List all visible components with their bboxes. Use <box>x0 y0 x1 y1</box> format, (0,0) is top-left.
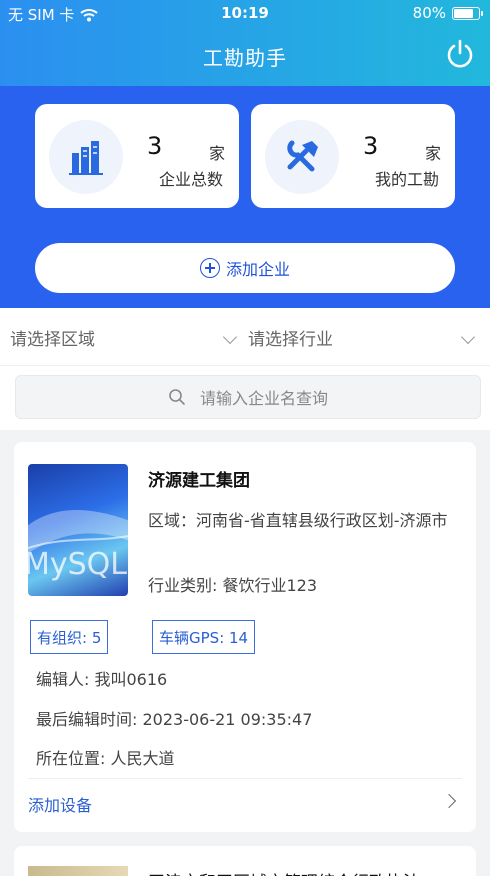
org-count-tag[interactable]: 有组织: 5 <box>30 620 109 654</box>
filter-bar: 请选择区域 请选择行业 <box>0 308 490 366</box>
industry-select[interactable]: 请选择行业 <box>248 308 476 366</box>
battery-icon <box>452 6 483 20</box>
industry-select-label: 请选择行业 <box>248 329 333 350</box>
chevron-down-icon <box>460 329 476 345</box>
add-company-label: 添加企业 <box>225 260 290 279</box>
app-header: 无 SIM 卡 10:19 80% 工勘助手 <box>0 0 490 86</box>
stat-label: 企业总数 <box>158 170 223 189</box>
power-icon[interactable] <box>444 38 476 70</box>
region-select[interactable]: 请选择区域 <box>10 308 238 366</box>
battery-percent: 80% <box>412 4 446 22</box>
company-thumbnail <box>28 866 128 876</box>
search-section: 请输入企业名查询 <box>0 366 490 430</box>
stat-unit: 家 <box>208 144 225 163</box>
region-select-label: 请选择区域 <box>10 329 95 350</box>
company-name: 天津市和平区城市管理综合行政执法 <box>148 868 420 876</box>
company-region: 区域：河南省-省直辖县级行政区划-济源市 <box>148 511 448 530</box>
thumbnail-text: MySQL <box>28 547 128 582</box>
chevron-down-icon <box>222 329 238 345</box>
company-industry: 行业类别: 餐饮行业123 <box>148 576 318 595</box>
status-bar: 无 SIM 卡 10:19 80% <box>0 0 490 30</box>
search-input[interactable]: 请输入企业名查询 <box>15 375 481 419</box>
add-company-button[interactable]: 添加企业 <box>35 243 455 293</box>
plus-circle-icon <box>199 258 220 278</box>
company-name: 济源建工集团 <box>148 471 250 491</box>
editor-text: 编辑人: 我叫0616 <box>36 670 168 689</box>
stat-count: 3 <box>363 132 379 160</box>
stat-label: 我的工勘 <box>374 170 439 189</box>
chevron-right-icon[interactable] <box>441 793 457 809</box>
search-placeholder: 请输入企业名查询 <box>199 389 328 408</box>
summary-panel: 3 家 企业总数 3 家 我的工勘 添加企业 <box>0 86 490 308</box>
building-chart-icon <box>49 120 123 194</box>
stat-card-companies[interactable]: 3 家 企业总数 <box>35 104 239 208</box>
page-title: 工勘助手 <box>203 46 287 70</box>
stat-count: 3 <box>147 132 163 160</box>
add-device-link[interactable]: 添加设备 <box>28 792 92 816</box>
stat-unit: 家 <box>424 144 441 163</box>
company-thumbnail: MySQL <box>28 464 128 596</box>
stat-card-my-surveys[interactable]: 3 家 我的工勘 <box>251 104 455 208</box>
tools-icon <box>265 120 339 194</box>
company-card[interactable]: 天津市和平区城市管理综合行政执法 <box>14 846 476 876</box>
search-icon <box>169 389 185 405</box>
vehicle-gps-tag[interactable]: 车辆GPS: 14 <box>152 620 256 654</box>
location-text: 所在位置: 人民大道 <box>36 749 175 768</box>
last-edit-time: 最后编辑时间: 2023-06-21 09:35:47 <box>36 710 313 729</box>
status-battery-group: 80% <box>412 4 483 22</box>
company-card[interactable]: MySQL 济源建工集团 区域：河南省-省直辖县级行政区划-济源市 行业类别: … <box>14 442 476 832</box>
divider <box>28 778 462 779</box>
